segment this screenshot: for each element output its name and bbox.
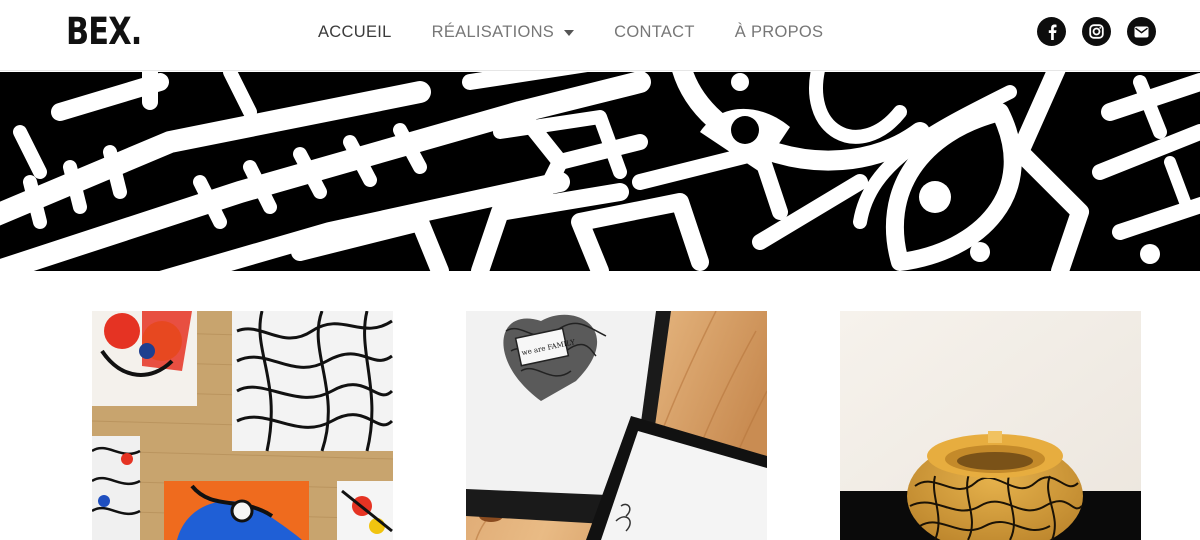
painted-ashtray-photo [840,311,1141,540]
nav-item-label: À PROPOS [734,22,824,41]
framed-art-photo: we are FAMILY [466,311,767,540]
nav-item-label: RÉALISATIONS [431,22,555,41]
nav-item-label: ACCUEIL [318,22,392,41]
gallery-tile[interactable]: we are FAMILY [466,311,767,540]
gallery-tile[interactable] [92,311,393,540]
site-logo[interactable]: BEX. [66,10,142,53]
facebook-icon[interactable] [1037,17,1066,46]
nav-item-label: CONTACT [614,22,695,41]
nav-item-accueil[interactable]: ACCUEIL [318,23,392,42]
email-icon[interactable] [1127,17,1156,46]
hero-banner [0,72,1200,271]
tribal-pattern-artwork [0,72,1200,271]
colorful-tiles-artwork [92,311,393,540]
gallery-tile[interactable] [840,311,1141,540]
main-nav: ACCUEIL RÉALISATIONS CONTACT À PROPOS [318,21,863,43]
caret-down-icon [564,30,575,36]
nav-item-a-propos[interactable]: À PROPOS [735,23,824,42]
nav-item-realisations[interactable]: RÉALISATIONS [432,23,575,42]
nav-item-contact[interactable]: CONTACT [614,23,695,42]
site-header: BEX. ACCUEIL RÉALISATIONS CONTACT À PROP… [0,0,1200,71]
instagram-icon[interactable] [1082,17,1111,46]
